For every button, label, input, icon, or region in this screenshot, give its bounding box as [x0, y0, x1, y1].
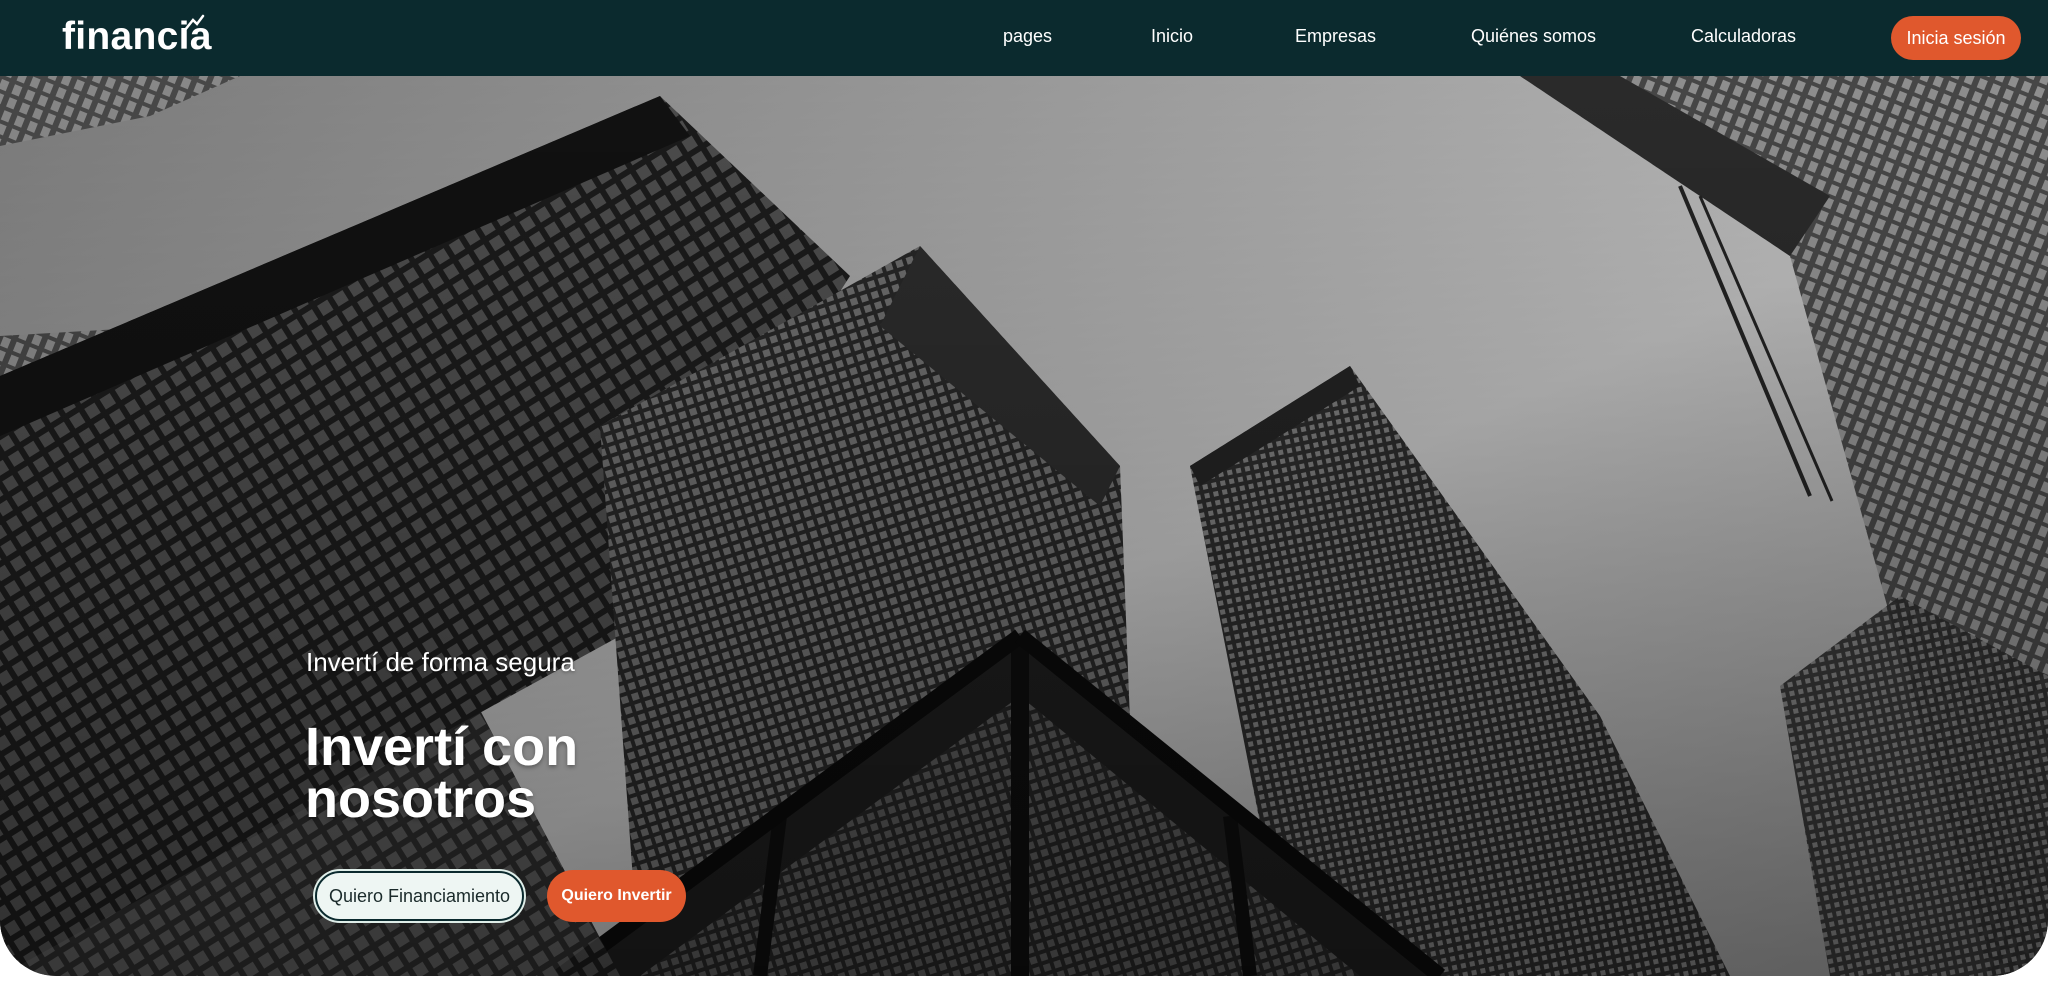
nav-item-pages[interactable]: pages [1003, 26, 1052, 47]
hero-subtitle: Invertí de forma segura [306, 647, 575, 677]
nav-item-calculadoras[interactable]: Calculadoras [1691, 26, 1796, 47]
main-nav: pages Inicio Empresas Quiénes somos Calc… [0, 0, 2048, 76]
top-navbar: financia pages Inicio Empresas Quiénes s… [0, 0, 2048, 76]
invest-cta-button[interactable]: Quiero Invertir [547, 870, 686, 922]
nav-item-empresas[interactable]: Empresas [1295, 26, 1376, 47]
login-button[interactable]: Inicia sesión [1891, 16, 2021, 60]
hero-title: Invertí con nosotros [305, 717, 579, 829]
hero-skyscrapers-image [0, 76, 2048, 976]
financing-cta-button[interactable]: Quiero Financiamiento [315, 871, 524, 921]
hero-section: Invertí de forma segura Invertí con noso… [0, 76, 2048, 976]
nav-item-quienes-somos[interactable]: Quiénes somos [1471, 26, 1596, 47]
nav-item-inicio[interactable]: Inicio [1151, 26, 1193, 47]
